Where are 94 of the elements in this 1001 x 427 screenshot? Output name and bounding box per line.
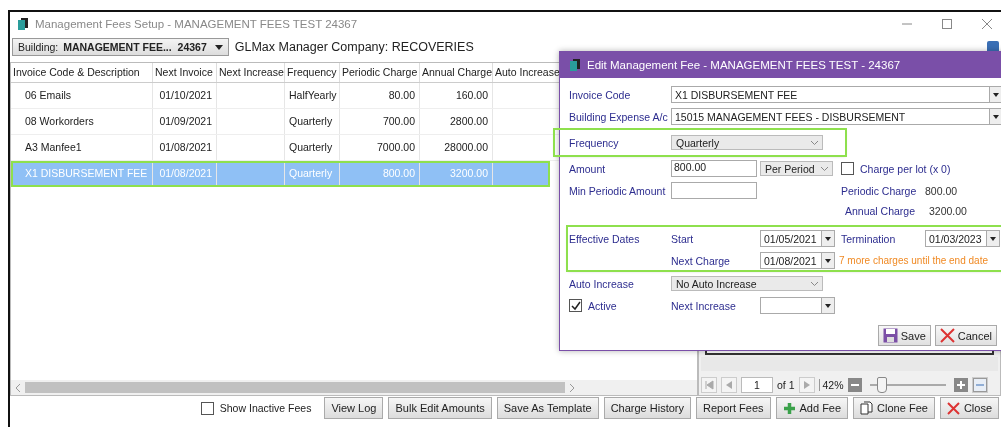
fit-width-icon[interactable] (971, 377, 988, 393)
field-label: Auto Increase (569, 277, 635, 290)
periodic-charge-value: 800.00 (925, 184, 958, 197)
dialog-title: Edit Management Fee - MANAGEMENT FEES TEST - 24367 (587, 59, 901, 71)
cancel-button[interactable]: Cancel (934, 325, 997, 346)
table-cell: Quarterly (285, 135, 340, 160)
column-header[interactable]: Periodic Charge (340, 63, 420, 82)
table-cell: A3 Manfee1 (11, 135, 153, 160)
app-icon (17, 17, 29, 31)
column-header[interactable]: Frequency (285, 63, 340, 82)
chevron-down-icon (811, 140, 818, 145)
field-label: Periodic Charge (841, 184, 918, 197)
pages-icon (860, 401, 874, 415)
company-label: GLMax Manager Company: RECOVERIES (234, 40, 474, 54)
table-cell: 01/10/2021 (153, 83, 217, 108)
charge-per-lot-checkbox[interactable]: Charge per lot (x 0) (841, 162, 951, 175)
dropdown-arrow-icon (214, 44, 223, 50)
chevron-down-icon (811, 281, 818, 286)
table-cell: 2800.00 (420, 109, 493, 134)
maximize-icon[interactable] (941, 18, 953, 30)
field-label: Effective Dates (569, 232, 641, 245)
field-label: Amount (569, 162, 607, 175)
field-label: Invoice Code (569, 88, 632, 101)
page-number-field[interactable]: 1 (741, 377, 773, 393)
close-icon (946, 401, 960, 415)
charges-note: 7 more charges until the end date (839, 255, 988, 266)
chevron-down-icon (821, 166, 828, 171)
horizontal-scrollbar[interactable] (11, 380, 697, 395)
amount-field[interactable]: 800.00 (671, 160, 757, 177)
table-cell: 800.00 (340, 161, 420, 186)
action-button[interactable]: Bulk Edit Amounts (388, 397, 492, 419)
action-button[interactable]: Report Fees (696, 397, 771, 419)
min-amount-field[interactable] (671, 182, 757, 199)
column-header[interactable]: Next Invoice (153, 63, 217, 82)
plus-icon (782, 401, 796, 415)
next-charge-date-picker[interactable]: 01/08/2021 (760, 252, 835, 269)
zoom-level: 42% (818, 379, 844, 391)
action-button[interactable]: Charge History (603, 397, 691, 419)
cross-icon (939, 328, 955, 343)
next-increase-date-picker[interactable] (760, 297, 835, 314)
field-label: Next Charge (671, 254, 731, 267)
field-label: Annual Charge (845, 205, 917, 217)
table-cell: 7000.00 (340, 135, 420, 160)
table-cell: 08 Workorders (11, 109, 153, 134)
building-dropdown[interactable]: Building: MANAGEMENT FEE... 24367 (12, 38, 229, 56)
table-cell: 01/08/2021 (153, 135, 217, 160)
table-cell: 700.00 (340, 109, 420, 134)
zoom-in-icon[interactable] (953, 378, 968, 392)
table-cell: 80.00 (340, 83, 420, 108)
table-cell: 28000.00 (420, 135, 493, 160)
auto-increase-dropdown[interactable]: No Auto Increase (671, 276, 823, 291)
start-date-picker[interactable]: 01/05/2021 (760, 230, 835, 247)
field-label: Building Expense A/c (569, 110, 669, 123)
expense-account-dropdown[interactable]: 15015 MANAGEMENT FEES - DISBURSEMENT (671, 108, 1001, 125)
app-icon (569, 58, 581, 72)
scroll-right-icon[interactable] (569, 383, 575, 392)
close-button[interactable]: Close (939, 397, 999, 419)
checkmark-icon (570, 300, 581, 311)
field-label: Frequency (569, 136, 620, 149)
field-label: Termination (841, 232, 897, 245)
table-cell: 01/08/2021 (153, 161, 217, 186)
active-checkbox[interactable]: Active (569, 299, 671, 312)
table-cell: 01/09/2021 (153, 109, 217, 134)
first-page-icon[interactable] (701, 377, 717, 393)
annual-charge-value: 3200.00 (929, 205, 967, 217)
scroll-left-icon[interactable] (15, 383, 21, 392)
page-count: of 1 (777, 379, 795, 391)
clone-button[interactable]: Clone Fee (853, 397, 935, 419)
table-cell: Quarterly (285, 109, 340, 134)
action-button[interactable]: Save As Template (496, 397, 599, 419)
column-header[interactable]: Invoice Code & Description (11, 63, 153, 82)
save-button[interactable]: Save (877, 325, 931, 346)
termination-date-picker[interactable]: 01/03/2023 (925, 230, 1000, 247)
table-cell: 06 Emails (11, 83, 153, 108)
next-page-icon[interactable] (798, 377, 815, 393)
table-cell: 3200.00 (420, 161, 493, 186)
add-button[interactable]: Add Fee (775, 397, 849, 419)
field-label: Next Increase (671, 299, 737, 312)
table-cell: X1 DISBURSEMENT FEE (11, 161, 153, 186)
zoom-out-icon[interactable] (847, 378, 862, 392)
window-title: Management Fees Setup - MANAGEMENT FEES TEST 24367 (35, 18, 358, 30)
close-icon[interactable] (981, 18, 993, 30)
frequency-dropdown[interactable]: Quarterly (671, 135, 823, 150)
amount-basis-dropdown[interactable]: Per Period (760, 161, 833, 176)
action-button[interactable]: View Log (324, 397, 384, 419)
field-label: Min Periodic Amount (569, 184, 667, 197)
previous-page-icon[interactable] (721, 377, 737, 393)
field-label: Start (671, 232, 695, 245)
table-cell: Quarterly (285, 161, 340, 186)
table-cell: 160.00 (420, 83, 493, 108)
table-cell: HalfYearly (285, 83, 340, 108)
invoice-code-dropdown[interactable]: X1 DISBURSEMENT FEE (671, 86, 1001, 103)
column-header[interactable]: Annual Charge (420, 63, 493, 82)
column-header[interactable]: Next Increase (217, 63, 285, 82)
